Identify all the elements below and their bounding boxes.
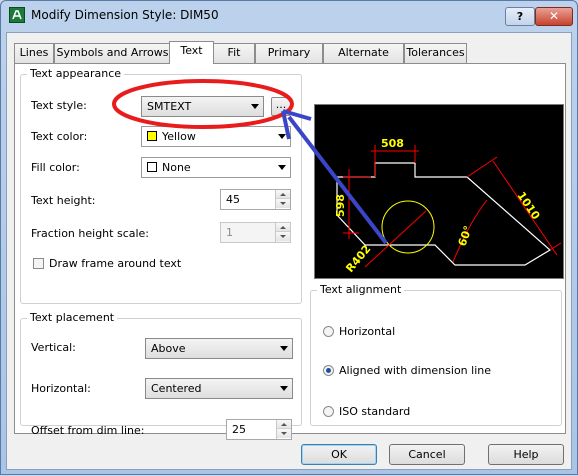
spinner-buttons — [275, 223, 290, 242]
fill-color-value: None — [162, 161, 191, 174]
text-color-dropdown[interactable]: Yellow — [141, 126, 291, 147]
text-placement-title: Text placement — [27, 311, 118, 324]
spin-up-icon[interactable] — [277, 420, 291, 429]
radio-iso-label: ISO standard — [339, 405, 411, 418]
fill-color-label: Fill color: — [31, 161, 80, 174]
dialog-client: Lines Symbols and Arrows Text Fit Primar… — [6, 32, 572, 470]
dimension-preview: 508 598 1010 R402 60° — [314, 104, 564, 279]
text-placement-group: Text placement Vertical: Above Horizonta… — [20, 311, 302, 440]
spin-down-icon[interactable] — [276, 199, 290, 208]
color-swatch-icon — [147, 162, 157, 172]
tab-lines[interactable]: Lines — [14, 43, 54, 63]
offset-spinner[interactable]: 25 — [226, 419, 292, 440]
tab-tolerances[interactable]: Tolerances — [404, 43, 467, 63]
text-height-label: Text height: — [31, 194, 96, 207]
radio-horizontal-label: Horizontal — [339, 325, 396, 338]
title-help-button[interactable]: ? — [505, 7, 535, 26]
chevron-down-icon — [251, 104, 259, 109]
vertical-label: Vertical: — [31, 341, 76, 354]
dialog-window: Modify Dimension Style: DIM50 ? ✕ Lines … — [0, 0, 578, 475]
fraction-height-spinner: 1 — [220, 222, 291, 243]
radio-iso-standard[interactable] — [323, 406, 334, 417]
horizontal-value: Centered — [151, 382, 202, 395]
ext-line-right-top — [466, 156, 498, 178]
autocad-app-icon — [9, 7, 25, 23]
color-swatch-icon — [147, 131, 157, 141]
tab-fit[interactable]: Fit — [213, 43, 255, 63]
chevron-down-icon — [280, 346, 288, 351]
fill-color-dropdown[interactable]: None — [141, 157, 291, 178]
spinner-buttons — [275, 190, 290, 209]
text-alignment-title: Text alignment — [317, 283, 405, 296]
chevron-down-icon — [280, 386, 288, 391]
spinner-buttons — [276, 420, 291, 439]
horizontal-dropdown[interactable]: Centered — [145, 378, 293, 399]
text-style-value: SMTEXT — [147, 100, 192, 113]
radio-aligned-label: Aligned with dimension line — [339, 364, 492, 377]
fraction-height-label: Fraction height scale: — [31, 227, 150, 240]
close-button[interactable]: ✕ — [535, 7, 573, 26]
cancel-button[interactable]: Cancel — [389, 444, 465, 465]
text-height-spinner[interactable]: 45 — [220, 189, 291, 210]
tab-alternate-units[interactable]: Alternate Units — [323, 43, 404, 77]
spin-up-icon[interactable] — [276, 190, 290, 199]
radio-horizontal[interactable] — [323, 326, 334, 337]
preview-label-angle: 60° — [456, 224, 475, 248]
text-height-value: 45 — [226, 193, 240, 206]
chevron-down-icon — [278, 134, 286, 139]
preview-drawing: 508 598 1010 R402 60° — [334, 137, 562, 275]
text-appearance-title: Text appearance — [27, 67, 125, 80]
text-color-label: Text color: — [31, 130, 88, 143]
text-style-dropdown[interactable]: SMTEXT — [141, 96, 264, 117]
offset-label: Offset from dim line: — [31, 424, 145, 437]
tab-primary-units[interactable]: Primary Units — [255, 43, 323, 77]
spin-down-icon — [276, 232, 290, 241]
offset-value: 25 — [232, 423, 246, 436]
preview-label-top: 508 — [381, 137, 404, 150]
help-button[interactable]: Help — [488, 444, 564, 465]
spin-up-icon — [276, 223, 290, 232]
ok-button[interactable]: OK — [301, 444, 377, 465]
window-title: Modify Dimension Style: DIM50 — [31, 8, 219, 22]
horizontal-label: Horizontal: — [31, 382, 91, 395]
text-style-label: Text style: — [31, 99, 87, 112]
radius-leader — [364, 210, 427, 268]
spin-down-icon[interactable] — [277, 429, 291, 438]
title-bar: Modify Dimension Style: DIM50 ? ✕ — [1, 1, 577, 31]
tab-text[interactable]: Text — [169, 41, 214, 64]
text-color-value: Yellow — [162, 130, 196, 143]
radio-aligned-with-dimension-line[interactable] — [323, 365, 334, 376]
text-alignment-group: Text alignment Horizontal Aligned with d… — [310, 283, 562, 426]
draw-frame-label: Draw frame around text — [49, 257, 182, 270]
preview-label-right: 1010 — [515, 189, 543, 222]
vertical-value: Above — [151, 342, 186, 355]
tab-symbols-and-arrows[interactable]: Symbols and Arrows — [54, 43, 171, 63]
text-tab-panel: Text appearance Text style: SMTEXT ... T… — [14, 63, 566, 440]
preview-label-radius: R402 — [343, 242, 373, 274]
text-style-browse-button[interactable]: ... — [271, 97, 291, 116]
text-appearance-group: Text appearance Text style: SMTEXT ... T… — [20, 67, 302, 304]
chevron-down-icon — [278, 165, 286, 170]
fraction-height-value: 1 — [226, 226, 233, 239]
draw-frame-checkbox[interactable] — [33, 258, 44, 269]
preview-label-left: 598 — [334, 194, 347, 217]
vertical-dropdown[interactable]: Above — [145, 338, 293, 359]
